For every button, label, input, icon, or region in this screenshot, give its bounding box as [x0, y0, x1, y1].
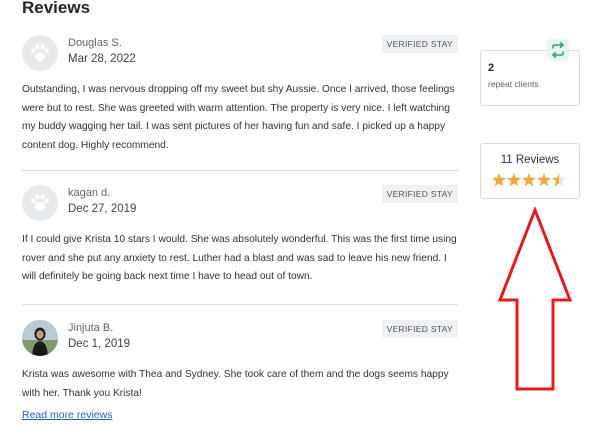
reviews-heading: Reviews — [22, 0, 91, 17]
star-icon — [536, 172, 552, 187]
star-icon — [551, 172, 567, 187]
paw-avatar-icon — [22, 35, 58, 71]
reviews-summary-card — [480, 143, 580, 199]
read-more-reviews-link[interactable]: Read more reviews — [22, 409, 112, 421]
paw-avatar-icon — [22, 185, 58, 221]
verified-stay-badge: VERIFIED STAY — [381, 320, 458, 338]
reviews-count-label: 11 Reviews — [500, 154, 560, 166]
review-date: Dec 1, 2019 — [68, 338, 131, 350]
red-arrow-annotation — [497, 207, 573, 391]
review-divider — [22, 170, 458, 171]
star-icon — [521, 172, 537, 187]
verified-stay-badge: VERIFIED STAY — [381, 35, 458, 53]
review-date: Mar 28, 2022 — [68, 53, 136, 65]
reviewer-name: kagan d. — [68, 187, 111, 199]
user-photo-avatar — [22, 320, 58, 356]
repeat-icon — [547, 39, 569, 61]
reviewer-name: Jinjuta B. — [68, 322, 114, 334]
star-rating — [491, 172, 567, 187]
star-icon — [491, 172, 507, 187]
review-date: Dec 27, 2019 — [68, 203, 137, 215]
review-text: Krista was awesome with Thea and Sydney.… — [22, 369, 449, 399]
repeat-clients-label: repeat clients — [488, 79, 539, 89]
review-text: Outstanding, I was nervous dropping off … — [22, 84, 455, 151]
verified-stay-badge: VERIFIED STAY — [381, 185, 458, 203]
reviewer-name: Douglas S. — [68, 37, 122, 49]
review-divider — [22, 304, 458, 305]
star-icon — [506, 172, 522, 187]
review-text: If I could give Krista 10 stars I would.… — [22, 234, 457, 282]
repeat-clients-count: 2 — [488, 62, 495, 74]
